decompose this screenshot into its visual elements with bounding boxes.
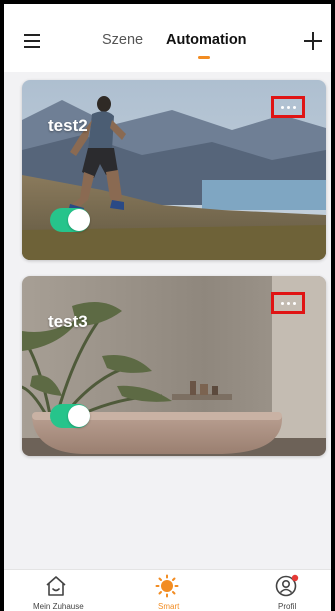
app-screen: Szene Automation test2 test3 Mein Zuhaus…: [4, 4, 331, 611]
tab-scene[interactable]: Szene: [102, 32, 143, 48]
nav-label-smart: Smart: [158, 602, 180, 611]
nav-item-profile[interactable]: Profil: [262, 570, 312, 611]
sun-icon: [155, 574, 179, 598]
dot-icon: [280, 301, 284, 305]
nav-label-home: Mein Zuhause: [33, 602, 84, 611]
home-icon: [46, 576, 66, 596]
dot-icon: [286, 301, 290, 305]
toggle-knob: [68, 209, 90, 231]
automation-name: test2: [48, 116, 88, 135]
profile-icon: [275, 574, 299, 597]
enable-toggle[interactable]: [50, 404, 90, 428]
more-options-button[interactable]: [271, 292, 305, 314]
toggle-knob: [68, 405, 90, 427]
active-tab-indicator: [198, 56, 210, 59]
nav-label-profile: Profil: [278, 602, 297, 611]
enable-toggle[interactable]: [50, 208, 90, 232]
more-options-button[interactable]: [271, 96, 305, 118]
bottom-navigation: Mein Zuhause Smart Profil: [4, 569, 331, 611]
add-plus-icon[interactable]: [304, 32, 322, 50]
dot-icon: [292, 105, 296, 109]
nav-item-smart[interactable]: Smart: [142, 570, 192, 611]
dot-icon: [280, 105, 284, 109]
automation-card-test3[interactable]: test3: [22, 276, 326, 456]
hamburger-menu-icon[interactable]: [24, 34, 40, 48]
automation-name: test3: [48, 312, 88, 331]
dot-icon: [286, 105, 290, 109]
automation-card-test2[interactable]: test2: [22, 80, 326, 260]
dot-icon: [292, 301, 296, 305]
nav-item-home[interactable]: Mein Zuhause: [24, 570, 94, 611]
top-header: Szene Automation: [4, 4, 331, 72]
notification-dot-icon: [291, 574, 299, 582]
tab-automation[interactable]: Automation: [166, 32, 247, 48]
